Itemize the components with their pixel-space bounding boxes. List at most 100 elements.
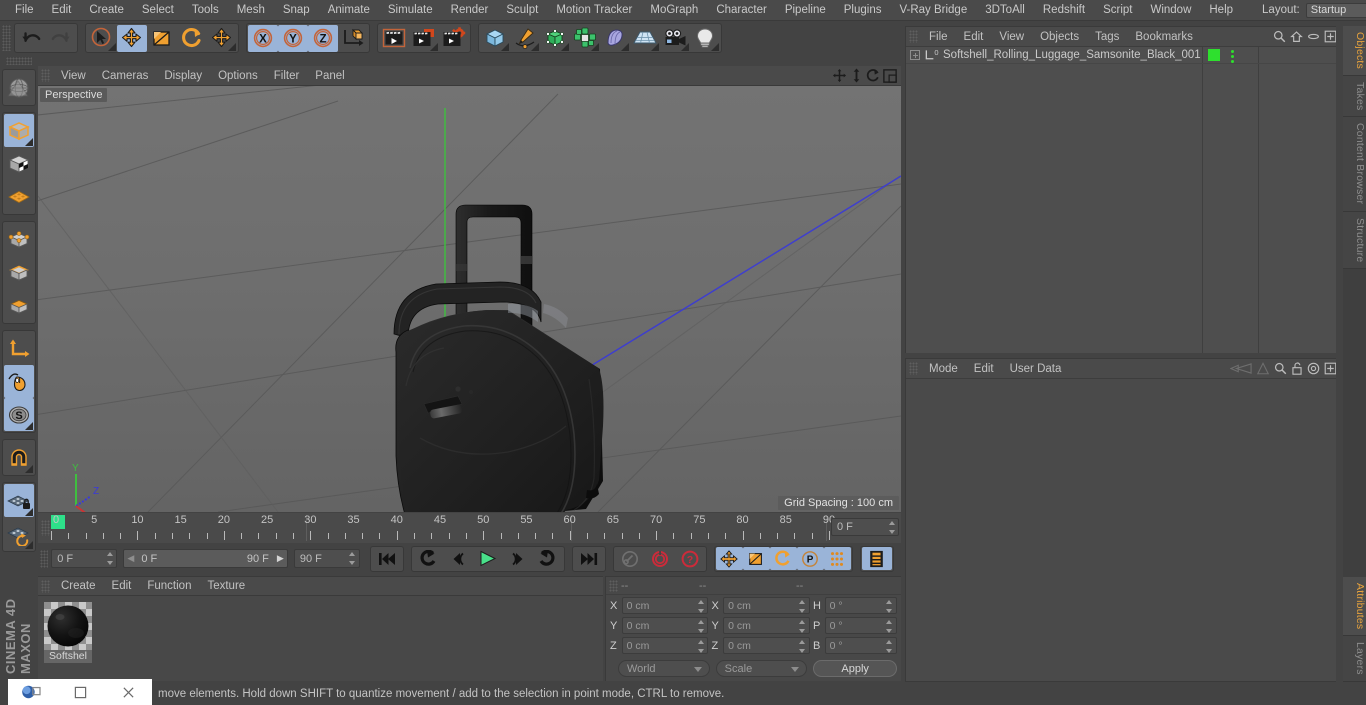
scale-key-toggle[interactable]	[743, 547, 770, 570]
parameter-key-toggle[interactable]: P	[797, 547, 824, 570]
coord-field-pos-x[interactable]: 0 cm	[622, 597, 709, 614]
stepper-icon[interactable]	[799, 600, 806, 613]
object-tree[interactable]: 0 Softshell_Rolling_Luggage_Samsonite_Bl…	[906, 47, 1341, 353]
redo-button[interactable]	[46, 25, 76, 52]
toolbar-grip[interactable]	[2, 25, 11, 51]
undo-button[interactable]	[16, 25, 46, 52]
keyframe-selection-button[interactable]: ?	[675, 547, 705, 570]
model-mode-button[interactable]	[4, 147, 34, 180]
next-attr-icon[interactable]	[1256, 362, 1270, 375]
record-active-objects-button[interactable]	[615, 547, 645, 570]
go-to-start-button[interactable]	[372, 547, 402, 570]
material-item[interactable]: Softshel	[44, 602, 92, 663]
coord-field-rot-b[interactable]: 0 °	[825, 637, 897, 654]
menu-item-select[interactable]: Select	[133, 0, 183, 20]
transport-grip[interactable]	[40, 550, 48, 568]
coord-field-size-y[interactable]: 0 cm	[723, 617, 810, 634]
vtab-layers[interactable]: Layers	[1343, 636, 1366, 682]
object-menu-tags[interactable]: Tags	[1087, 31, 1127, 43]
step-back-button[interactable]	[443, 547, 473, 570]
object-menu-edit[interactable]: Edit	[956, 31, 992, 43]
range-left-arrow-icon[interactable]: ◀	[127, 553, 134, 564]
timeline-button[interactable]	[862, 547, 892, 570]
vtab-takes[interactable]: Takes	[1343, 76, 1366, 117]
left-toolbar-grip[interactable]	[6, 57, 32, 65]
ellipse-icon[interactable]	[1307, 30, 1320, 43]
stepper-icon[interactable]	[799, 620, 806, 633]
lock-z-button[interactable]: Z	[308, 25, 338, 52]
material-menu-function[interactable]: Function	[139, 580, 199, 592]
stepper-icon[interactable]	[697, 640, 704, 653]
cube-primitive-button[interactable]	[480, 25, 510, 52]
previous-attr-icon[interactable]	[1230, 362, 1252, 375]
stepper-icon[interactable]	[799, 640, 806, 653]
timeline-current-frame-field[interactable]: 0 F	[831, 518, 899, 536]
array-button[interactable]	[570, 25, 600, 52]
scale-tool-button[interactable]	[147, 25, 177, 52]
enable-axis-button[interactable]: S	[4, 398, 34, 431]
points-mode-button[interactable]	[4, 223, 34, 256]
vtab-content-browser[interactable]: Content Browser	[1343, 117, 1366, 211]
stepper-icon[interactable]	[886, 620, 893, 633]
polygons-mode-button[interactable]	[4, 289, 34, 322]
menu-item-file[interactable]: File	[6, 0, 43, 20]
menu-item-pipeline[interactable]: Pipeline	[776, 0, 835, 20]
menu-item-edit[interactable]: Edit	[43, 0, 81, 20]
start-frame-field[interactable]: 0 F	[51, 549, 117, 568]
material-manager-grip[interactable]	[41, 580, 50, 593]
menu-item-redshift[interactable]: Redshift	[1034, 0, 1094, 20]
maximize-view-icon[interactable]	[883, 69, 897, 83]
vtab-structure[interactable]: Structure	[1343, 212, 1366, 269]
next-key-button[interactable]	[533, 547, 563, 570]
step-forward-button[interactable]	[503, 547, 533, 570]
object-menu-bookmarks[interactable]: Bookmarks	[1127, 31, 1201, 43]
rotation-key-toggle[interactable]	[770, 547, 797, 570]
menu-item-create[interactable]: Create	[80, 0, 133, 20]
material-menu-texture[interactable]: Texture	[199, 580, 253, 592]
light-button[interactable]	[690, 25, 720, 52]
lock-workplane-button[interactable]	[4, 484, 34, 517]
preview-range-slider[interactable]: ◀ 0 F 90 F ▶	[123, 549, 288, 568]
menu-item-character[interactable]: Character	[707, 0, 776, 20]
attribute-menu-user-data[interactable]: User Data	[1002, 363, 1070, 375]
app-icon[interactable]	[8, 684, 56, 700]
menu-item-render[interactable]: Render	[442, 0, 498, 20]
coord-field-pos-z[interactable]: 0 cm	[622, 637, 709, 654]
menu-item-tools[interactable]: Tools	[183, 0, 228, 20]
menu-item-sculpt[interactable]: Sculpt	[497, 0, 547, 20]
coordinate-grip[interactable]	[609, 580, 618, 592]
attribute-content[interactable]	[906, 379, 1341, 681]
coordinate-system-dropdown[interactable]: World	[618, 660, 710, 677]
position-key-toggle[interactable]	[716, 547, 743, 570]
make-editable-button[interactable]	[4, 114, 34, 147]
object-menu-view[interactable]: View	[991, 31, 1032, 43]
dolly-icon[interactable]	[850, 68, 863, 83]
menu-item-simulate[interactable]: Simulate	[379, 0, 442, 20]
stepper-icon[interactable]	[886, 600, 893, 613]
lock-y-button[interactable]: Y	[278, 25, 308, 52]
object-menu-file[interactable]: File	[921, 31, 956, 43]
edges-mode-button[interactable]	[4, 256, 34, 289]
menu-item-help[interactable]: Help	[1200, 0, 1242, 20]
timeline-track[interactable]: 051015202530354045505560657075808590	[51, 513, 829, 543]
viewport-menu-display[interactable]: Display	[156, 70, 210, 82]
table-row[interactable]: 0 Softshell_Rolling_Luggage_Samsonite_Bl…	[906, 47, 1341, 64]
range-right-arrow-icon[interactable]: ▶	[277, 553, 284, 564]
viewport-menu-panel[interactable]: Panel	[307, 70, 352, 82]
lock-icon[interactable]	[1291, 362, 1303, 375]
object-manager-grip[interactable]	[909, 30, 918, 43]
material-menu-create[interactable]: Create	[53, 580, 104, 592]
point-level-animation-toggle[interactable]	[824, 547, 851, 570]
timeline-grip[interactable]	[41, 520, 50, 536]
render-view-button[interactable]	[379, 25, 409, 52]
viewport-menu-view[interactable]: View	[53, 70, 94, 82]
vtab-attributes[interactable]: Attributes	[1343, 577, 1366, 636]
stepper-icon[interactable]	[888, 521, 895, 534]
select-tool-button[interactable]	[87, 25, 117, 52]
magnet-snap-button[interactable]	[4, 441, 34, 474]
close-icon[interactable]	[104, 686, 152, 699]
spline-pen-button[interactable]	[510, 25, 540, 52]
viewport-menu-options[interactable]: Options	[210, 70, 266, 82]
rotate-tool-button[interactable]	[177, 25, 207, 52]
menu-item-window[interactable]: Window	[1141, 0, 1200, 20]
